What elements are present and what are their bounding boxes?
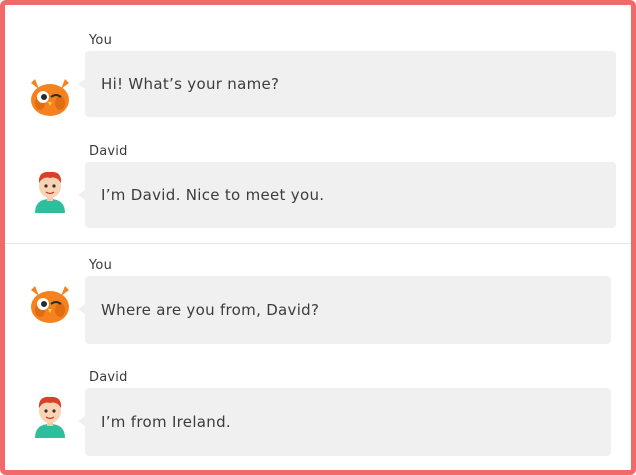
message-text: Where are you from, David?: [101, 301, 320, 319]
message-bubble: I’m from Ireland.: [78, 388, 611, 456]
message-text: Hi! What’s your name?: [101, 75, 280, 93]
dialogue-section: You Where are you from, David? David I’m…: [5, 244, 631, 470]
dialogue-section: You Hi! What’s your name? David I’m Davi…: [5, 5, 631, 243]
message-text: I’m from Ireland.: [101, 413, 231, 431]
speaker-name: David: [89, 144, 128, 159]
speaker-name: David: [89, 370, 128, 385]
message-bubble: Where are you from, David?: [78, 276, 611, 344]
boy-avatar-icon: [27, 392, 73, 438]
message-text: I’m David. Nice to meet you.: [101, 186, 325, 204]
message-bubble: I’m David. Nice to meet you.: [78, 162, 616, 228]
message-bubble: Hi! What’s your name?: [78, 51, 616, 117]
speaker-name: You: [89, 258, 113, 273]
speaker-name: You: [89, 33, 113, 48]
owl-mascot-icon: [27, 280, 73, 326]
dialogue-frame: You Hi! What’s your name? David I’m Davi…: [0, 0, 636, 475]
owl-mascot-icon: [27, 73, 73, 119]
boy-avatar-icon: [27, 167, 73, 213]
